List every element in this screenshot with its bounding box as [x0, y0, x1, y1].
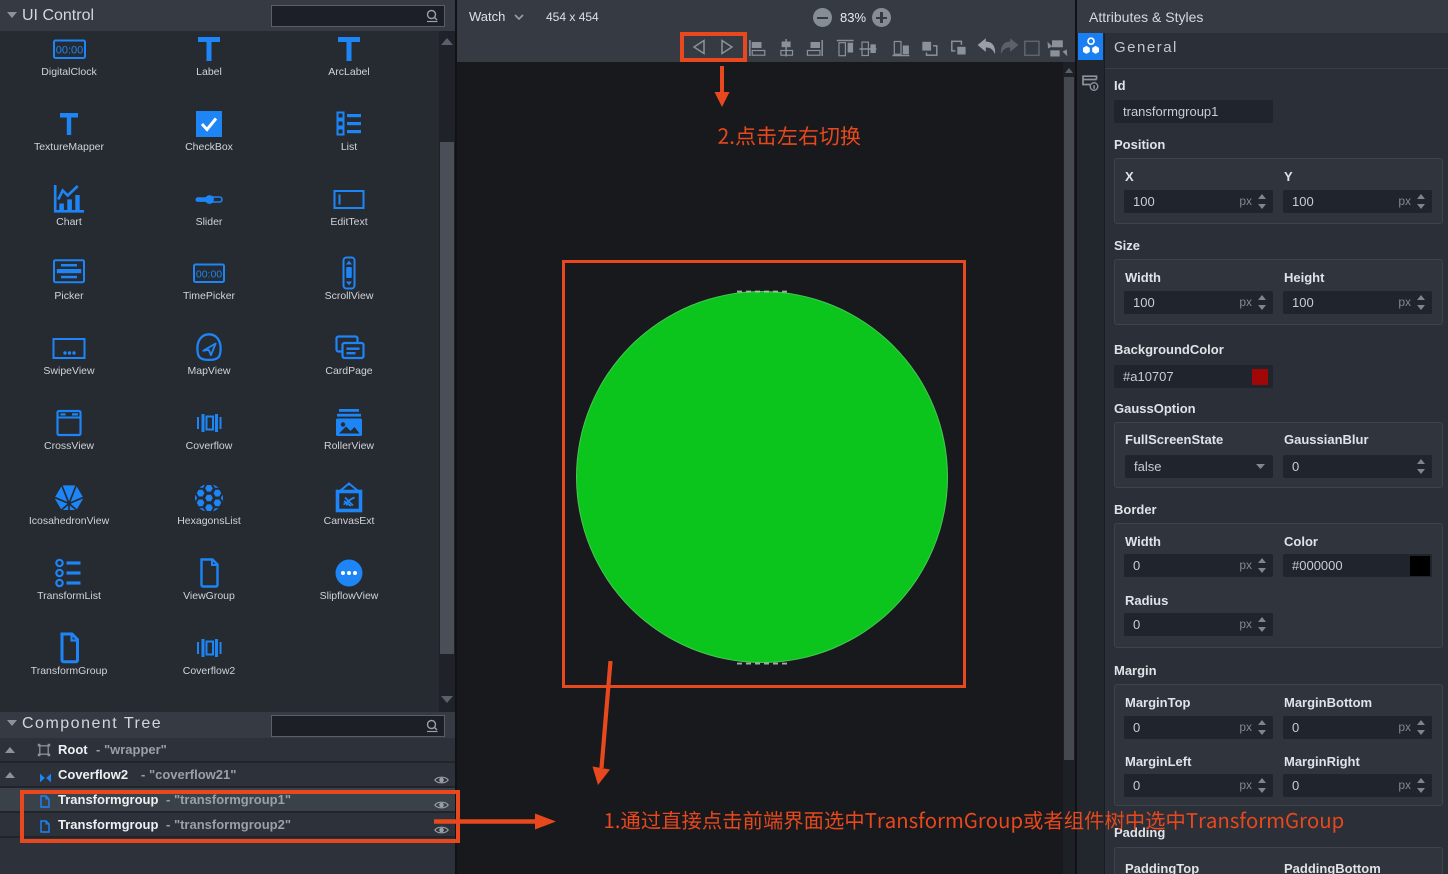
- svg-text:00:00: 00:00: [56, 45, 84, 57]
- svg-text:00:00: 00:00: [196, 269, 222, 281]
